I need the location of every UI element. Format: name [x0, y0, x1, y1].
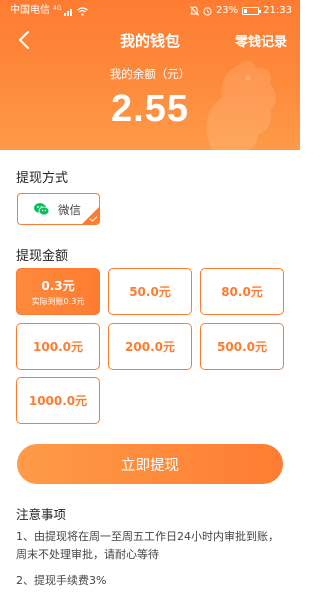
amount-label: 200.0元: [125, 340, 175, 354]
amount-option-200[interactable]: 200.0元: [108, 323, 192, 370]
amount-label: 1000.0元: [28, 394, 88, 408]
withdraw-amount-title: 提现金额: [16, 249, 69, 264]
amount-option-50[interactable]: 50.0元: [108, 268, 192, 315]
alarm-icon: [203, 6, 212, 16]
wechat-method-label: 微信: [58, 203, 81, 217]
wechat-icon: [34, 203, 49, 216]
wifi-icon: [77, 6, 89, 16]
amount-label: 80.0元: [221, 285, 263, 299]
change-records-link[interactable]: 零钱记录: [235, 31, 287, 50]
carrier-name: 中国电信: [10, 5, 50, 16]
amount-option-500[interactable]: 500.0元: [200, 323, 284, 370]
back-arrow-icon[interactable]: [14, 29, 36, 51]
battery-icon: [242, 7, 262, 15]
wallet-header: 中国电信 4G 23% 21:33 我的钱包 零钱记录 我的余额（元） 2.55: [0, 0, 300, 150]
amount-option-80[interactable]: 80.0元: [200, 268, 284, 315]
amount-label: 0.3元: [41, 278, 75, 293]
amount-label: 50.0元: [129, 285, 171, 299]
notes-title: 注意事项: [16, 507, 67, 522]
amount-option-100[interactable]: 100.0元: [16, 323, 100, 370]
amount-label: 100.0元: [33, 340, 83, 354]
battery-percent: 23%: [215, 5, 239, 16]
network-badge: 4G: [53, 5, 62, 12]
amount-option-1000[interactable]: 1000.0元: [16, 377, 100, 424]
wechat-method-option[interactable]: 微信: [17, 193, 100, 225]
withdraw-now-button[interactable]: 立即提现: [17, 444, 283, 484]
amount-option-0.3[interactable]: 0.3元 实际到账0.3元: [16, 268, 100, 315]
balance-label: 我的余额（元）: [109, 67, 191, 81]
clock: 21:33: [263, 5, 292, 16]
mute-icon: [189, 6, 199, 16]
withdraw-method-title: 提现方式: [16, 171, 69, 186]
signal-icon: [64, 8, 73, 16]
amount-label: 500.0元: [217, 340, 267, 354]
balance-value: 2.55: [111, 88, 189, 130]
navbar: 我的钱包 零钱记录: [0, 26, 300, 54]
note-item: 1、由提现将在周一至周五工作日24小时内审批到账，周末不处理审批，请耐心等待: [16, 530, 279, 561]
amount-sublabel: 实际到账0.3元: [31, 296, 85, 306]
battery-level: [244, 9, 248, 13]
status-bar: 中国电信 4G 23% 21:33: [0, 0, 300, 22]
note-item: 2、提现手续费3%: [16, 574, 107, 587]
